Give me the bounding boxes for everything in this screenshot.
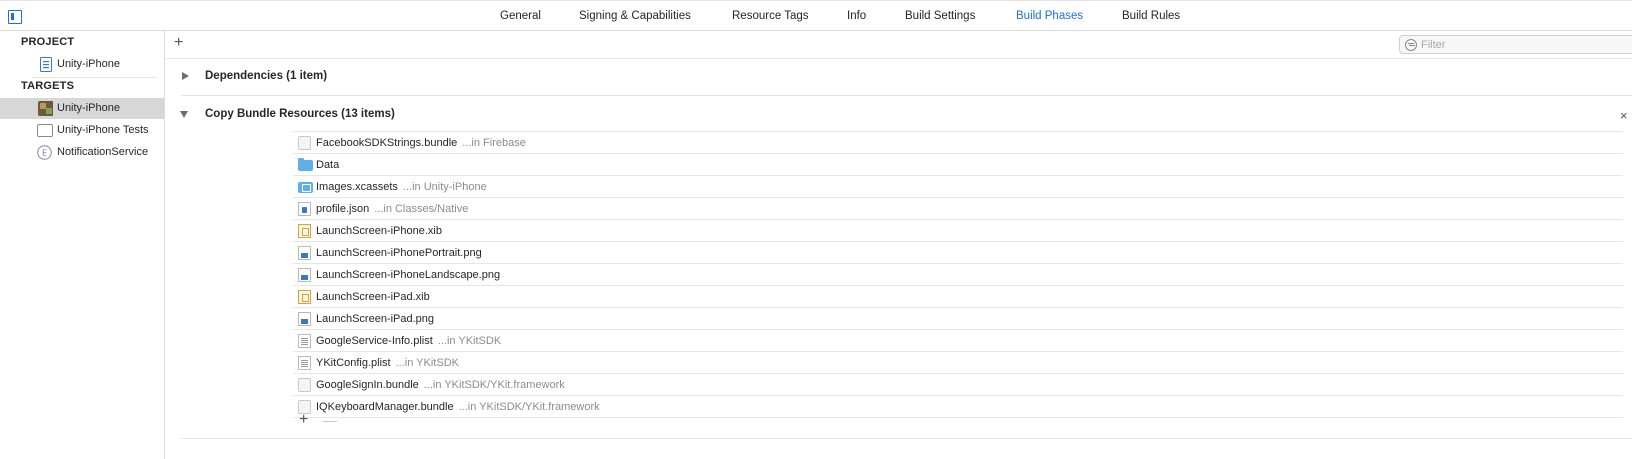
xib-file-icon [298, 290, 311, 304]
bundle-icon [298, 136, 311, 150]
divider [181, 95, 1632, 96]
extension-icon: E [37, 145, 52, 160]
table-row[interactable]: LaunchScreen-iPhoneLandscape.png [293, 264, 1623, 286]
sidebar-item-project[interactable]: Unity-iPhone [0, 54, 164, 75]
table-row[interactable]: LaunchScreen-iPad.png [293, 308, 1623, 330]
tab-signing-capabilities[interactable]: Signing & Capabilities [579, 10, 691, 22]
resource-name: GoogleService-Info.plist [316, 335, 433, 347]
asset-catalog-icon [298, 182, 313, 193]
table-row[interactable]: LaunchScreen-iPad.xib [293, 286, 1623, 308]
sidebar-item-target-unity-iphone[interactable]: Unity-iPhone [0, 98, 164, 119]
test-bundle-icon [37, 124, 53, 137]
sidebar-toggle-icon[interactable] [8, 10, 22, 24]
divider [33, 77, 157, 78]
bundle-icon [298, 378, 311, 392]
resource-location: ...in YKitSDK [437, 335, 502, 347]
xib-file-icon [298, 224, 311, 238]
sidebar-item-target-notification-service[interactable]: E NotificationService [0, 142, 164, 163]
resource-name: LaunchScreen-iPad.png [316, 313, 435, 325]
table-row[interactable]: LaunchScreen-iPhonePortrait.png [293, 242, 1623, 264]
phase-title-copy-bundle-resources[interactable]: Copy Bundle Resources (13 items) [205, 108, 395, 120]
filter-icon [1405, 39, 1417, 51]
divider [166, 58, 1632, 59]
project-file-icon [40, 57, 52, 72]
resource-name: LaunchScreen-iPad.xib [316, 291, 430, 303]
json-file-icon [298, 202, 311, 216]
table-row[interactable]: IQKeyboardManager.bundle ...in YKitSDK/YK… [293, 396, 1623, 418]
resource-name: LaunchScreen-iPhoneLandscape.png [316, 269, 501, 281]
table-row[interactable]: Data [293, 154, 1623, 176]
svg-text:E: E [42, 149, 47, 158]
tab-build-settings[interactable]: Build Settings [905, 10, 975, 22]
tab-build-phases[interactable]: Build Phases [1016, 10, 1083, 22]
tab-general[interactable]: General [500, 10, 541, 22]
build-phases-editor: + Filter Dependencies (1 item) Copy Bund… [166, 31, 1632, 459]
table-row[interactable]: Images.xcassets ...in Unity-iPhone [293, 176, 1623, 198]
table-row[interactable]: YKitConfig.plist ...in YKitSDK [293, 352, 1623, 374]
resource-name: Images.xcassets [316, 181, 398, 193]
resource-name: YKitConfig.plist [316, 357, 391, 369]
tab-info[interactable]: Info [847, 10, 866, 22]
resource-name: GoogleSignIn.bundle [316, 379, 419, 391]
table-row[interactable]: GoogleSignIn.bundle ...in YKitSDK/YKit.fr… [293, 374, 1623, 396]
resource-location: ...in YKitSDK [395, 357, 459, 369]
phase-title-dependencies[interactable]: Dependencies (1 item) [205, 70, 327, 82]
add-build-phase-button[interactable]: + [174, 35, 186, 51]
tab-resource-tags[interactable]: Resource Tags [732, 10, 809, 22]
filter-placeholder: Filter [1421, 39, 1446, 51]
tab-build-rules[interactable]: Build Rules [1122, 10, 1180, 22]
table-row[interactable]: GoogleService-Info.plist ...in YKitSDK [293, 330, 1623, 352]
plist-file-icon [298, 334, 311, 348]
resource-name: Data [316, 159, 340, 171]
sidebar-item-label: Unity-iPhone [57, 58, 120, 70]
resource-location: ...in YKitSDK/YKit.framework [423, 379, 565, 391]
table-row[interactable]: FacebookSDKStrings.bundle ...in Firebase [293, 132, 1623, 154]
resource-location: ...in Unity-iPhone [402, 181, 487, 193]
png-file-icon [298, 246, 311, 260]
sidebar-item-label: NotificationService [57, 146, 149, 158]
resource-name: FacebookSDKStrings.bundle [316, 137, 458, 149]
disclosure-triangle-expanded-icon[interactable] [180, 111, 188, 118]
divider [181, 438, 1632, 439]
project-section-header: PROJECT [21, 36, 75, 48]
png-file-icon [298, 268, 311, 282]
app-icon [38, 101, 53, 116]
targets-section-header: TARGETS [21, 80, 75, 92]
resource-location: ...in YKitSDK/YKit.framework [458, 401, 600, 413]
editor-tab-bar: General Signing & Capabilities Resource … [0, 0, 1632, 31]
resource-name: profile.json [316, 203, 370, 215]
sidebar-item-label: Unity-iPhone [57, 102, 120, 114]
resource-name: LaunchScreen-iPhonePortrait.png [316, 247, 482, 259]
folder-icon [298, 158, 313, 171]
resource-location: ...in Firebase [462, 137, 526, 149]
sidebar-item-target-tests[interactable]: Unity-iPhone Tests [0, 120, 164, 141]
png-file-icon [298, 312, 311, 326]
resource-name: LaunchScreen-iPhone.xib [316, 225, 442, 237]
add-resource-button[interactable]: + [299, 412, 308, 428]
plist-file-icon [298, 356, 311, 370]
table-row[interactable]: profile.json ...in Classes/Native [293, 198, 1623, 220]
sidebar-item-label: Unity-iPhone Tests [57, 124, 149, 136]
resource-location: ...in Classes/Native [374, 203, 469, 215]
disclosure-triangle-collapsed-icon[interactable] [182, 72, 189, 80]
delete-phase-button[interactable]: × [1620, 108, 1628, 123]
remove-resource-button[interactable]: — [323, 413, 337, 427]
project-target-sidebar: PROJECT Unity-iPhone TARGETS Unity-iPhon… [0, 31, 165, 459]
table-row[interactable]: LaunchScreen-iPhone.xib [293, 220, 1623, 242]
filter-field[interactable]: Filter [1399, 35, 1632, 54]
